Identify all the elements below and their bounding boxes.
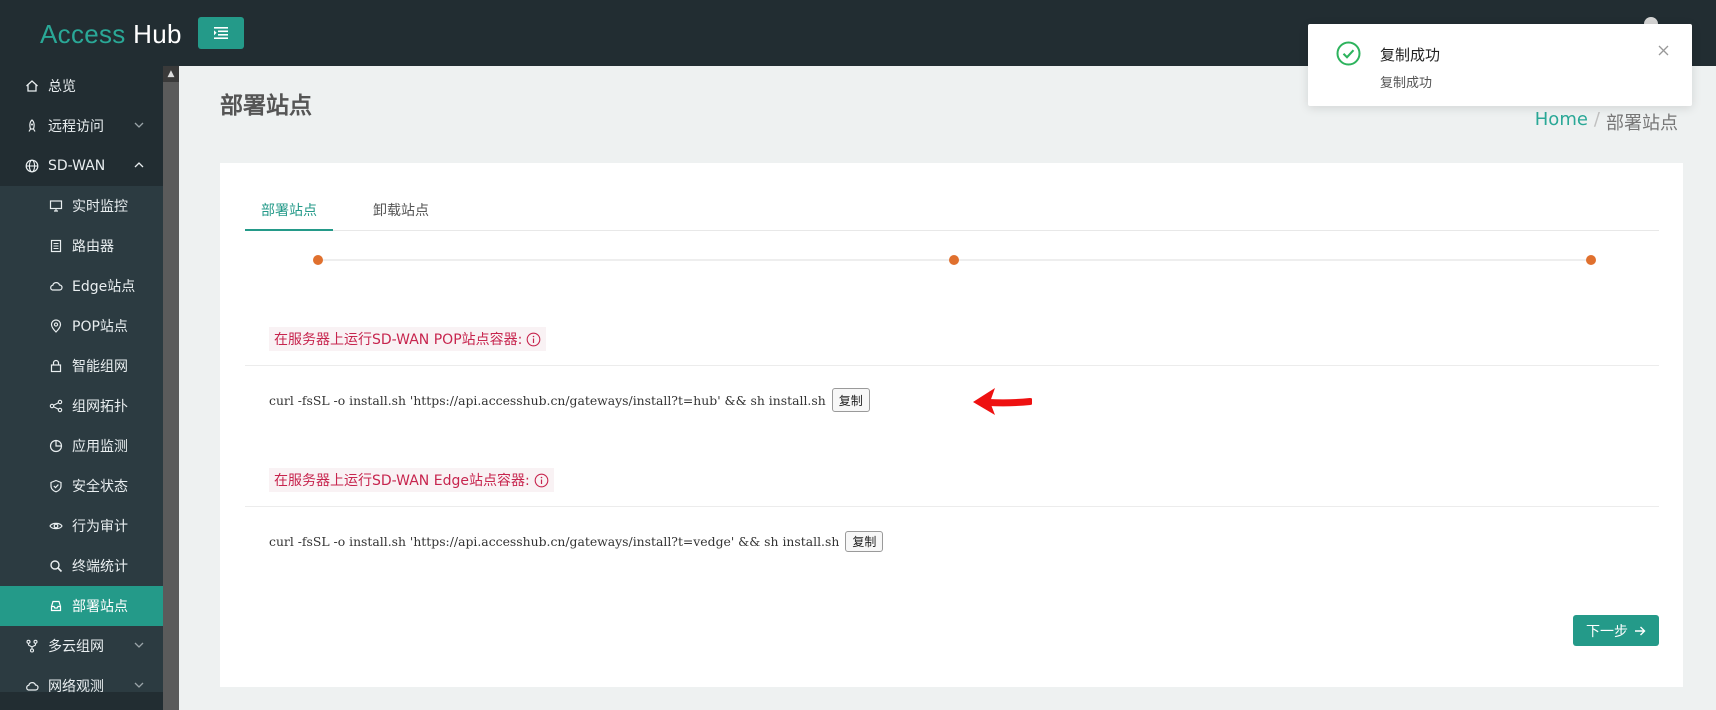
globe-icon [24,158,40,174]
eye-icon [48,518,64,534]
pie-chart-icon [48,438,64,454]
breadcrumb-separator: / [1593,109,1600,130]
location-pin-icon [48,318,64,334]
brand-part-1: Access [40,19,126,49]
sidebar-item-behavior-audit[interactable]: 行为审计 [0,506,163,546]
sidebar-scrollbar[interactable] [163,66,179,710]
shield-check-icon [48,478,64,494]
chevron-down-icon [134,122,144,128]
page-title: 部署站点 [220,93,312,119]
sidebar-item-terminal-stats[interactable]: 终端统计 [0,546,163,586]
sidebar-item-label: 网络观测 [48,679,104,695]
chevron-up-icon [134,162,144,168]
arrow-right-icon [1635,626,1646,635]
sidebar-item-topology[interactable]: 组网拓扑 [0,386,163,426]
step-1-dot [313,255,323,265]
deploy-card: 部署站点 卸载站点 在服务器上运行SD-WAN POP站点容器: curl -f… [220,163,1683,687]
copy-pop-command-button[interactable]: 复制 [831,388,870,412]
sidebar-item-label: 实时监控 [72,199,128,215]
sidebar-item-label: Edge站点 [72,279,136,295]
check-circle-icon [1336,41,1361,66]
pop-section-label: 在服务器上运行SD-WAN POP站点容器: [269,327,547,351]
lock-icon [48,358,64,374]
inbox-icon [48,598,64,614]
edge-install-command[interactable]: curl -fsSL -o install.sh 'https://api.ac… [269,534,839,549]
sidebar-item-router[interactable]: 路由器 [0,226,163,266]
rocket-icon [24,118,40,134]
share-icon [48,398,64,414]
search-icon [48,558,64,574]
sidebar-item-label: SD-WAN [48,158,106,174]
breadcrumb-current: 部署站点 [1606,113,1678,134]
pop-install-command[interactable]: curl -fsSL -o install.sh 'https://api.ac… [269,393,826,408]
sidebar-item-pop-site[interactable]: POP站点 [0,306,163,346]
chevron-down-icon [134,642,144,648]
sidebar-item-label: 智能组网 [72,359,128,375]
sidebar-item-app-monitor[interactable]: 应用监测 [0,426,163,466]
sidebar-item-security-status[interactable]: 安全状态 [0,466,163,506]
close-icon[interactable] [1657,44,1670,57]
sidebar-item-label: 应用监测 [72,439,128,455]
pop-command-row: curl -fsSL -o install.sh 'https://api.ac… [269,388,870,412]
chevron-down-icon [134,682,144,688]
cloud-icon [24,678,40,694]
edge-section-label: 在服务器上运行SD-WAN Edge站点容器: [269,468,554,492]
menu-icon [214,27,228,39]
breadcrumb-home-link[interactable]: Home [1535,109,1588,135]
monitor-icon [48,198,64,214]
breadcrumb: Home / 部署站点 [1535,109,1678,135]
info-icon [534,473,549,487]
next-step-label: 下一步 [1586,623,1628,640]
fork-icon [24,638,40,654]
sidebar-item-realtime-monitor[interactable]: 实时监控 [0,186,163,226]
tab-deploy-site[interactable]: 部署站点 [245,193,333,231]
cloud-icon [48,278,64,294]
toast-title: 复制成功 [1380,46,1441,64]
home-icon [24,78,40,94]
tab-uninstall-site[interactable]: 卸载站点 [357,193,445,231]
sidebar-item-label: 总览 [48,79,76,95]
copy-success-toast: 复制成功 复制成功 [1308,24,1692,106]
sidebar-item-edge-site[interactable]: Edge站点 [0,266,163,306]
router-icon [48,238,64,254]
annotation-arrow-icon [973,388,1032,415]
sidebar-item-multi-cloud[interactable]: 多云组网 [0,626,163,666]
step-3-dot [1586,255,1596,265]
sidebar-item-label: 组网拓扑 [72,399,128,415]
sidebar-item-smart-network[interactable]: 智能组网 [0,346,163,386]
sidebar-item-label: 部署站点 [72,599,128,615]
sidebar-item-deploy-site[interactable]: 部署站点 [0,586,163,626]
sidebar-item-label: 行为审计 [72,519,128,535]
sidebar-item-label: 路由器 [72,239,114,255]
sidebar-item-label: 远程访问 [48,119,104,135]
sidebar-item-label: POP站点 [72,319,128,335]
scroll-up-arrow-icon[interactable]: ▲ [163,66,179,82]
pop-section-label-text: 在服务器上运行SD-WAN POP站点容器: [274,332,523,348]
edge-command-row: curl -fsSL -o install.sh 'https://api.ac… [269,531,884,552]
sidebar-item-network-observe[interactable]: 网络观测 [0,666,163,706]
info-icon [527,332,541,346]
sidebar-item-sd-wan[interactable]: SD-WAN [0,146,163,186]
sidebar-item-label: 多云组网 [48,639,104,655]
section-divider [245,365,1659,366]
brand-part-2: Hub [133,19,182,49]
copy-edge-command-button[interactable]: 复制 [845,531,884,552]
sidebar-item-overview[interactable]: 总览 [0,66,163,106]
brand-logo[interactable]: Access Hub [40,19,182,50]
sidebar-toggle-button[interactable] [198,17,244,49]
sidebar-item-label: 终端统计 [72,559,128,575]
next-step-button[interactable]: 下一步 [1573,615,1659,646]
section-divider [245,506,1659,507]
edge-section-label-text: 在服务器上运行SD-WAN Edge站点容器: [274,473,530,489]
tab-bar: 部署站点 卸载站点 [245,193,1659,231]
toast-description: 复制成功 [1380,76,1433,91]
sidebar: 总览 远程访问 SD-WAN 实时监控 路由器 Edge站点 POP站点 智能组… [0,66,163,710]
sidebar-item-label: 安全状态 [72,479,128,495]
step-2-dot [949,255,959,265]
sidebar-item-remote-access[interactable]: 远程访问 [0,106,163,146]
